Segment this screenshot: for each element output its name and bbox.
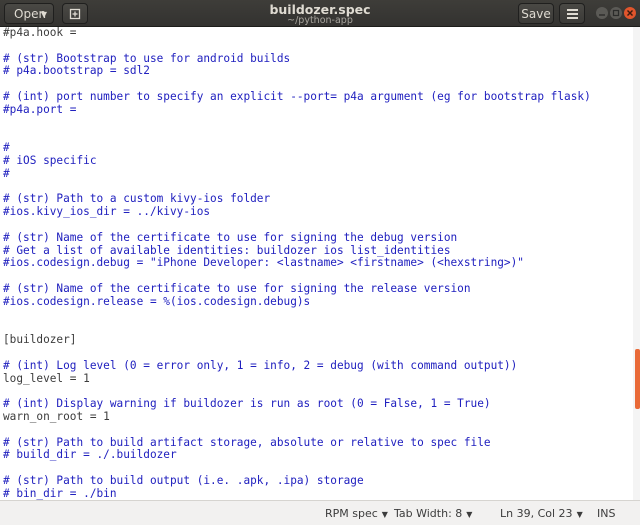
cursor-position-label: Ln 39, Col 23: [500, 507, 573, 520]
code-line[interactable]: #ios.codesign.release = %(ios.codesign.d…: [3, 295, 591, 309]
vertical-scrollbar[interactable]: [633, 27, 640, 500]
status-bar: RPM spec ▼ Tab Width: 8 ▼ Ln 39, Col 23 ▼ I…: [0, 500, 640, 525]
close-button[interactable]: [624, 7, 636, 19]
code-line[interactable]: [3, 424, 591, 437]
minimize-button[interactable]: [596, 7, 608, 19]
code-line[interactable]: #ios.codesign.debug = "iPhone Developer:…: [3, 257, 591, 270]
tab-width-selector[interactable]: Tab Width: 8 ▼: [394, 507, 472, 520]
code-line[interactable]: # iOS specific: [3, 154, 591, 168]
minimize-icon: [599, 14, 605, 16]
code-line[interactable]: #ios.kivy_ios_dir = ../kivy-ios: [3, 205, 591, 219]
hamburger-menu-button[interactable]: [559, 3, 585, 24]
code-line[interactable]: # (int) Display warning if buildozer is …: [3, 397, 591, 411]
scrollbar-thumb[interactable]: [635, 349, 640, 409]
code-line[interactable]: # (int) port number to specify an explic…: [3, 90, 591, 104]
language-selector[interactable]: RPM spec ▼: [325, 507, 388, 520]
code-line[interactable]: # p4a.bootstrap = sdl2: [3, 65, 591, 78]
code-line[interactable]: [3, 219, 591, 232]
chevron-down-icon: ▼: [466, 510, 473, 519]
insert-mode-indicator[interactable]: INS: [597, 507, 615, 520]
save-button[interactable]: Save: [518, 3, 554, 24]
code-line[interactable]: #: [3, 167, 591, 181]
hamburger-icon: [567, 9, 578, 11]
code-line[interactable]: [3, 117, 591, 130]
close-icon: [627, 10, 633, 16]
code-line[interactable]: #p4a.hook =: [3, 27, 591, 40]
code-line[interactable]: # (int) Log level (0 = error only, 1 = i…: [3, 359, 591, 373]
code-line[interactable]: # (str) Name of the certificate to use f…: [3, 282, 591, 296]
code-line[interactable]: # (str) Path to build output (i.e. .apk,…: [3, 474, 591, 488]
maximize-icon: [612, 9, 620, 17]
code-line[interactable]: # bin_dir = ./bin: [3, 487, 591, 500]
title-bar: Open ▼ buildozer.spec ~/python-app Save: [0, 0, 640, 27]
code-content[interactable]: #p4a.hook = # (str) Bootstrap to use for …: [3, 27, 591, 500]
chevron-down-icon: ▼: [576, 510, 583, 519]
code-line[interactable]: [3, 309, 591, 322]
cursor-position-selector[interactable]: Ln 39, Col 23 ▼: [500, 507, 583, 520]
code-line[interactable]: #p4a.port =: [3, 103, 591, 117]
maximize-button[interactable]: [610, 7, 622, 19]
code-line[interactable]: # (str) Name of the certificate to use f…: [3, 231, 591, 245]
code-line[interactable]: [3, 40, 591, 53]
language-label: RPM spec: [325, 507, 378, 520]
text-editor-area[interactable]: #p4a.hook = # (str) Bootstrap to use for …: [0, 27, 633, 500]
tab-width-label: Tab Width: 8: [394, 507, 463, 520]
code-line[interactable]: [3, 347, 591, 360]
code-line[interactable]: [3, 321, 591, 334]
code-line[interactable]: # build_dir = ./.buildozer: [3, 448, 591, 462]
code-line[interactable]: warn_on_root = 1: [3, 410, 591, 424]
code-line[interactable]: [3, 129, 591, 142]
code-line[interactable]: [3, 462, 591, 475]
chevron-down-icon: ▼: [381, 510, 388, 519]
code-line[interactable]: [buildozer]: [3, 333, 591, 347]
code-line[interactable]: log_level = 1: [3, 372, 591, 386]
